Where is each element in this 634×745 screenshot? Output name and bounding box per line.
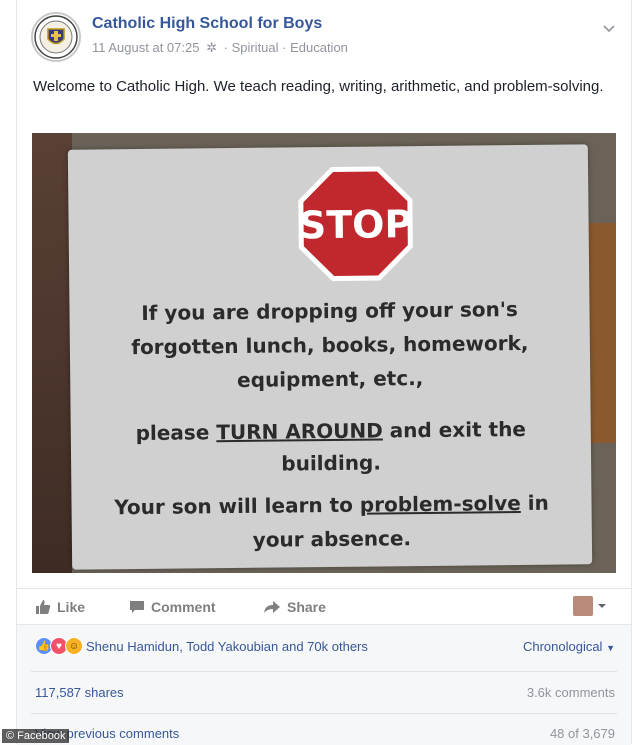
sign-line-3: equipment, etc., — [236, 366, 424, 392]
sort-label: Chronological — [522, 639, 603, 654]
caret-down-icon: ▼ — [606, 643, 615, 653]
globe-icon: ✲ — [206, 40, 217, 55]
post-meta: 11 August at 07:25 ✲ · Spiritual · Educa… — [92, 40, 351, 56]
sign-line-6b: problem-solve — [359, 491, 521, 517]
comments-count: 3.6k comments — [526, 685, 615, 700]
reaction-icons: 👍 ♥ ☺ — [35, 637, 83, 655]
facebook-watermark: © Facebook — [2, 729, 70, 743]
share-arrow-icon — [264, 601, 280, 613]
post-caption: Welcome to Catholic High. We teach readi… — [33, 78, 604, 95]
reactions-panel: 👍 ♥ ☺ Shenu Hamidun, Todd Yakoubian and … — [17, 624, 631, 745]
post-action-bar: Like Comment Share — [17, 588, 631, 625]
thumbs-up-icon — [36, 600, 51, 614]
comment-bubble-icon — [130, 601, 144, 613]
share-label: Share — [287, 599, 326, 615]
like-button[interactable]: Like — [35, 599, 85, 615]
sign-line-4b: TURN AROUND — [216, 418, 383, 445]
sign-line-6c: in — [520, 490, 549, 516]
comment-button[interactable]: Comment — [129, 599, 216, 615]
sign-line-4c: and exit the — [382, 416, 527, 443]
sort-dropdown[interactable]: Chronological ▼ — [523, 639, 615, 654]
chevron-down-icon[interactable] — [601, 20, 617, 36]
post-date[interactable]: 11 August at 07:25 — [92, 40, 199, 55]
share-button[interactable]: Share — [263, 599, 326, 615]
post-photo[interactable]: STOP If you are dropping off your son's … — [32, 133, 616, 573]
sign-line-6: Your son will learn to problem-solve in — [91, 490, 571, 520]
comment-label: Comment — [151, 599, 216, 615]
facebook-post: Catholic High School for Boys 11 August … — [16, 0, 632, 745]
page-name-link[interactable]: Catholic High School for Boys — [92, 15, 322, 33]
sign-line-4a: please — [135, 420, 217, 446]
school-crest-avatar[interactable] — [31, 12, 81, 62]
sign-line-6a: Your son will learn to — [114, 492, 360, 520]
door-frame — [32, 133, 72, 573]
stop-label: STOP — [298, 202, 413, 248]
sign-line-2: forgotten lunch, books, homework, — [131, 330, 529, 360]
sign-line-4: please TURN AROUND and exit the — [91, 416, 571, 445]
like-label: Like — [57, 599, 86, 615]
post-tags: · Spiritual · Education — [223, 40, 348, 55]
caret-down-icon — [598, 604, 606, 608]
user-avatar — [573, 596, 593, 616]
haha-reaction-icon: ☺ — [65, 637, 83, 655]
reaction-names: Shenu Hamidun, Todd Yakoubian and 70k ot… — [86, 638, 368, 654]
comments-page-count: 48 of 3,679 — [549, 726, 615, 741]
post-header: Catholic High School for Boys 11 August … — [17, 6, 631, 62]
sign-line-5: building. — [281, 450, 382, 476]
stop-sign-notice: STOP If you are dropping off your son's … — [67, 144, 593, 570]
divider — [31, 671, 617, 672]
divider — [31, 713, 617, 714]
reaction-summary[interactable]: 👍 ♥ ☺ Shenu Hamidun, Todd Yakoubian and … — [35, 637, 368, 655]
sign-line-7: your absence. — [252, 526, 412, 552]
sign-line-1: If you are dropping off your son's — [141, 297, 518, 325]
shares-link[interactable]: 117,587 shares — [35, 685, 124, 700]
reaction-identity-selector[interactable] — [573, 596, 613, 616]
